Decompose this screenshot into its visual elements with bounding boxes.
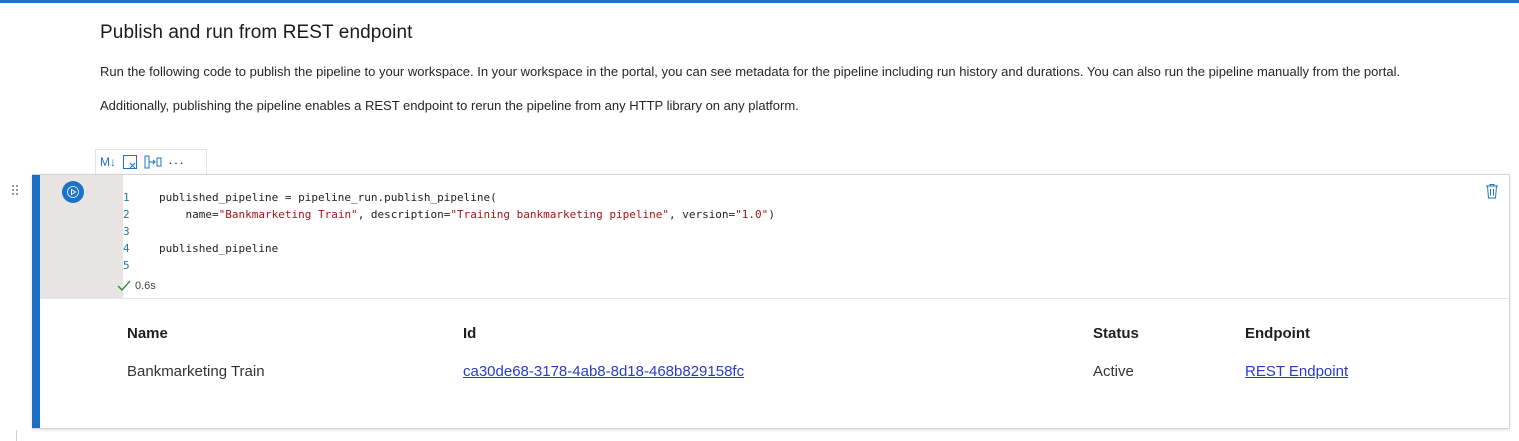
line-number: 3 [123,225,130,238]
column-header-status: Status [1093,325,1139,342]
convert-to-markdown-button[interactable]: M↓ [100,152,116,172]
code-line: 1 published_pipeline = pipeline_run.publi… [123,191,497,204]
line-number: 2 [123,208,130,221]
markdown-cell: Publish and run from REST endpoint Run t… [100,22,1490,116]
play-icon [67,186,79,198]
split-cell-icon [144,155,162,169]
code-line: 2 name="Bankmarketing Train", descriptio… [123,208,775,221]
execution-time: 0.6s [135,280,156,292]
code-line: 5 [123,257,775,274]
top-accent-bar [0,0,1519,3]
code-editor[interactable]: 1 published_pipeline = pipeline_run.publi… [123,189,775,274]
table-row: Bankmarketing Train ca30de68-3178-4ab8-8… [127,363,1477,401]
check-icon [117,280,131,292]
line-number: 4 [123,242,130,255]
run-cell-button[interactable] [62,181,84,203]
split-cell-button[interactable] [144,152,162,172]
clear-output-icon [123,155,137,169]
scroll-indicator [16,430,17,441]
pipeline-status: Active [1093,363,1134,380]
cell-selection-bar [32,175,40,428]
code-cell[interactable]: 1 published_pipeline = pipeline_run.publi… [32,174,1510,429]
cell-gutter [40,175,123,298]
column-header-name: Name [127,325,168,342]
column-header-endpoint: Endpoint [1245,325,1310,342]
line-number: 5 [123,259,130,272]
more-actions-button[interactable]: ··· [168,152,185,172]
code-line: 4 published_pipeline [123,242,279,255]
rest-endpoint-link[interactable]: REST Endpoint [1245,363,1348,380]
pipeline-name: Bankmarketing Train [127,363,265,380]
description-paragraph: Run the following code to publish the pi… [100,64,1401,79]
markdown-icon: M↓ [100,155,116,169]
column-header-id: Id [463,325,477,342]
line-number: 1 [123,191,130,204]
pipeline-id-link[interactable]: ca30de68-3178-4ab8-8d18-468b829158fc [463,363,744,380]
table-header-row: Name Id Status Endpoint [127,325,1477,363]
output-divider [40,298,1509,299]
drag-handle-icon[interactable] [10,183,20,197]
clear-output-button[interactable] [122,152,138,172]
ellipsis-icon: ··· [168,154,185,170]
section-title: Publish and run from REST endpoint [100,22,413,43]
execution-status: 0.6s [117,280,156,292]
delete-cell-icon[interactable] [1485,183,1499,199]
output-table: Name Id Status Endpoint Bankmarketing Tr… [127,325,1477,401]
cell-toolbar: M↓ ··· [95,149,207,174]
rest-endpoint-paragraph: Additionally, publishing the pipeline en… [100,98,799,113]
code-line: 3 [123,223,775,240]
